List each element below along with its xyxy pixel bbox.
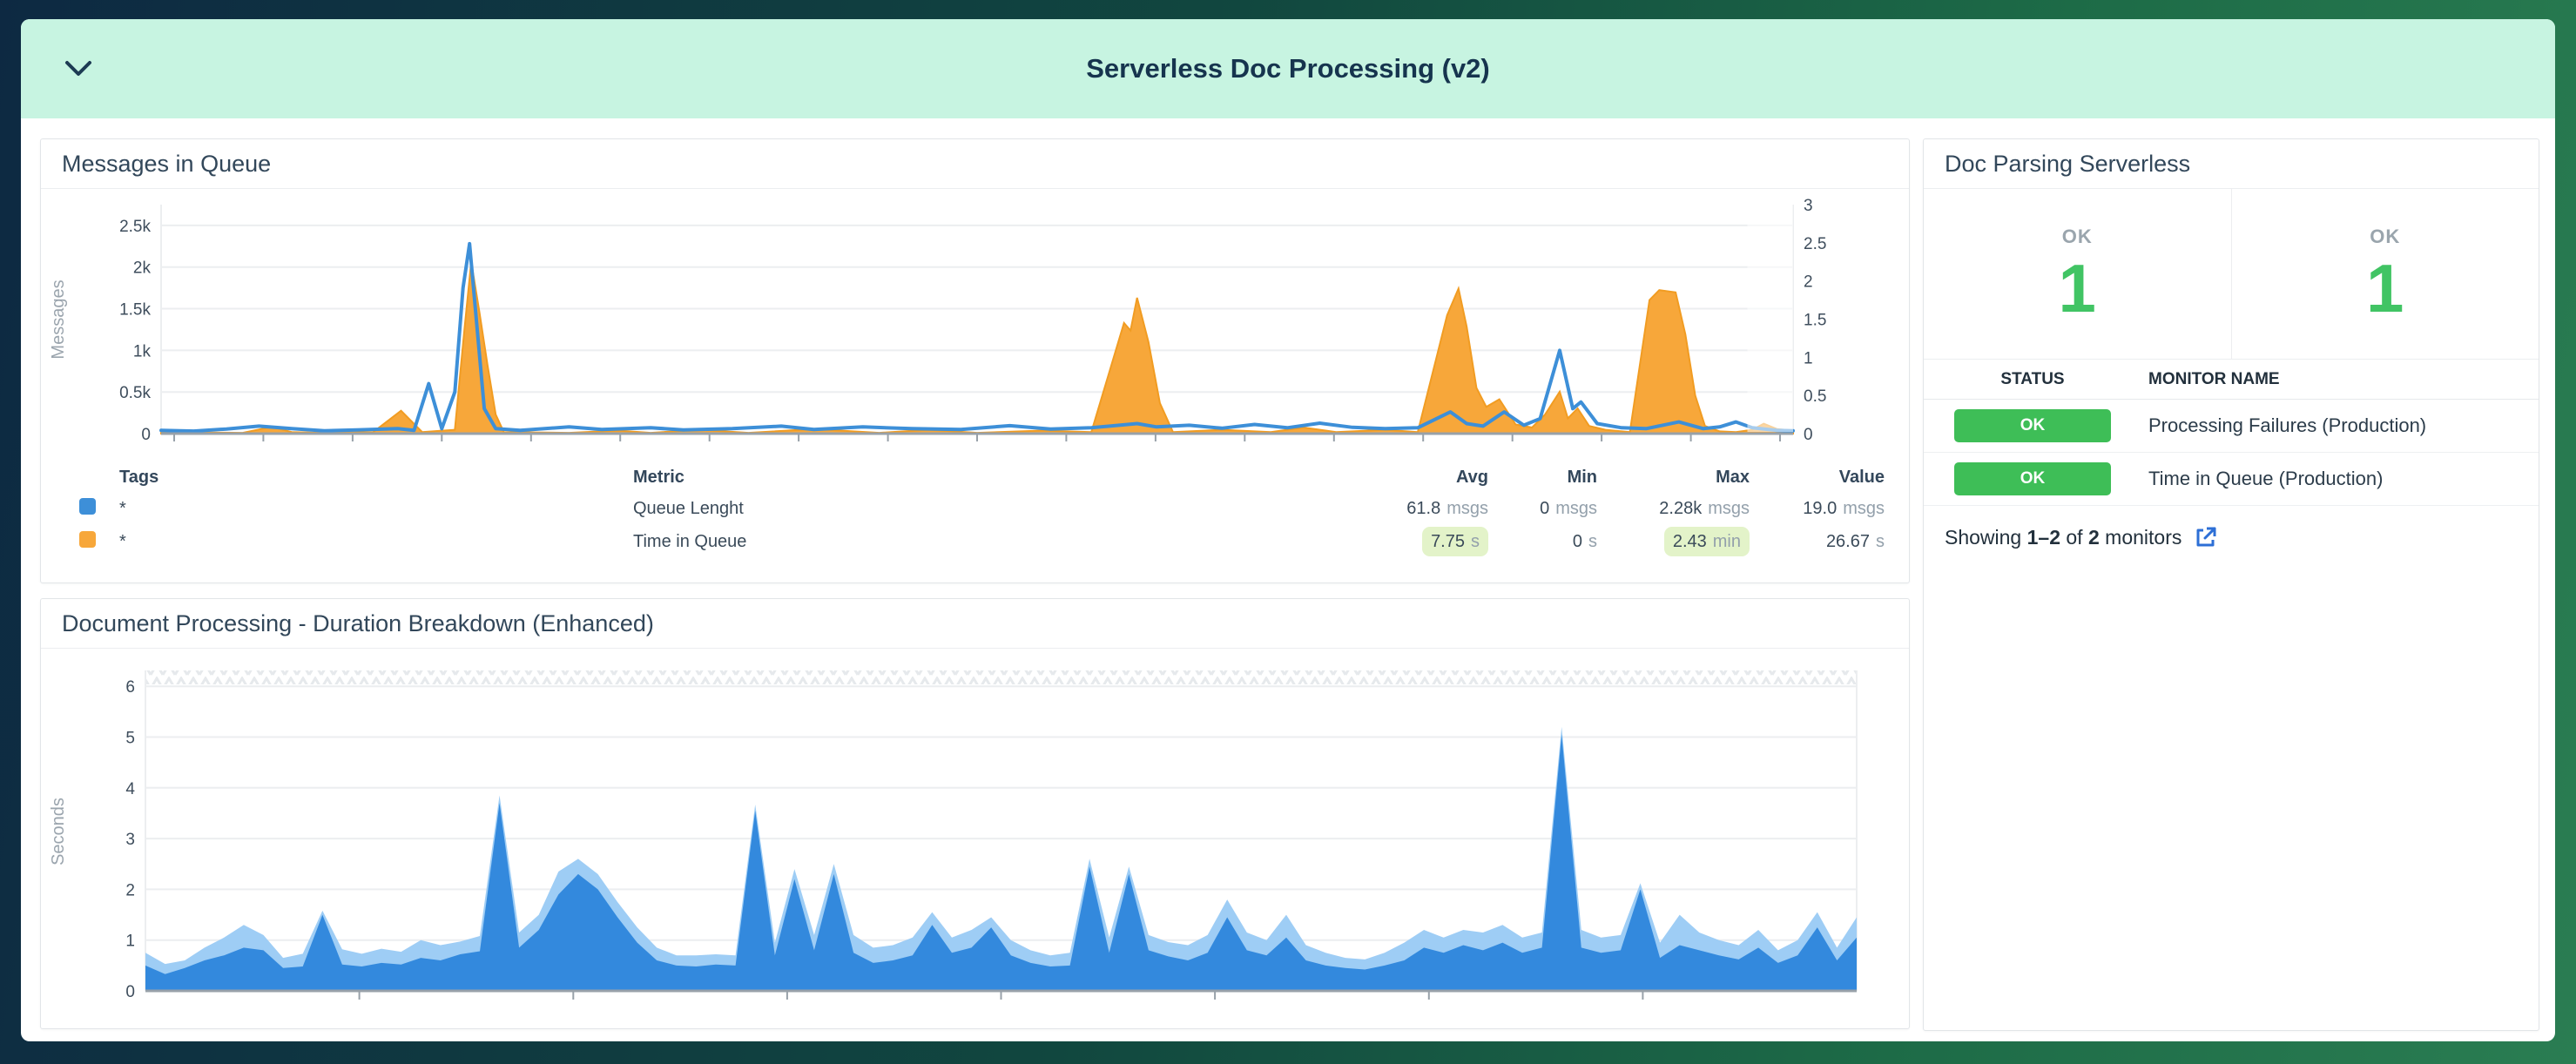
legend-tag: * [119, 531, 126, 551]
monitor-name-column-header: MONITOR NAME [2148, 369, 2280, 388]
queue-legend: Tags Metric Avg Min Max Value * Queue Le… [41, 461, 1909, 565]
monitor-summary-column: Doc Parsing Serverless OK 1 OK 1 STATUS … [1923, 138, 2539, 1031]
duration-breakdown-card: Document Processing - Duration Breakdown… [40, 597, 1910, 1029]
avg-value-highlighted: 7.75 s [1422, 526, 1488, 556]
svg-text:0: 0 [1804, 426, 1813, 444]
legend-row-time-in-queue[interactable]: * Time in Queue 7.75 s 0s 2.43 min 26.67 s [79, 525, 1885, 558]
svg-text:1: 1 [1804, 349, 1813, 367]
avg-value: 61.8 [1406, 498, 1441, 518]
check-status-label: OK [2061, 225, 2093, 247]
duration-breakdown-title: Document Processing - Duration Breakdown… [41, 599, 1909, 649]
svg-text:1.5k: 1.5k [119, 301, 151, 320]
page-title: Serverless Doc Processing (v2) [1086, 53, 1490, 84]
legend-row-queue-length[interactable]: * Queue Lenght 61.8 msgs 0 msgs 2.28k msgs … [79, 492, 1885, 525]
svg-text:4: 4 [125, 780, 135, 798]
legend-header-avg: Avg [1455, 467, 1488, 487]
monitor-row-time-in-queue[interactable]: OK Time in Queue (Production) [1924, 453, 2539, 506]
min-value: 0 [1540, 498, 1550, 518]
legend-header-max: Max [1716, 467, 1750, 487]
svg-text:3: 3 [125, 831, 135, 849]
dashboard-header: Serverless Doc Processing (v2) [21, 19, 2555, 118]
queue-legend-header-row: Tags Metric Avg Min Max Value [79, 462, 1885, 492]
footer-text: Showing 1–2 of 2 monitors [1945, 525, 2182, 549]
svg-text:2k: 2k [133, 259, 152, 278]
status-column-header: STATUS [2000, 369, 2065, 388]
svg-text:6: 6 [125, 678, 135, 697]
svg-text:0.5k: 0.5k [119, 384, 151, 402]
min-value: 0 [1572, 531, 1582, 551]
messages-in-queue-title: Messages in Queue [41, 139, 1909, 189]
series-swatch-orange [79, 530, 96, 548]
legend-metric: Time in Queue [633, 531, 747, 551]
svg-text:0.5: 0.5 [1804, 387, 1826, 406]
series-swatch-blue [79, 497, 96, 515]
svg-text:1.5: 1.5 [1804, 312, 1826, 330]
check-count: 1 [2058, 249, 2096, 327]
legend-metric: Queue Lenght [633, 498, 744, 518]
value-value: 26.67 [1825, 531, 1870, 551]
legend-header-value: Value [1838, 467, 1885, 487]
svg-text:2.5k: 2.5k [119, 218, 151, 236]
max-value-highlighted: 2.43 min [1663, 526, 1750, 556]
svg-text:3: 3 [1804, 197, 1813, 215]
monitor-summary-title: Doc Parsing Serverless [1924, 139, 2539, 189]
messages-in-queue-chart[interactable]: 0 0.5k 1k 1.5k 2k 2.5k 0 0.5 1 1.5 2 2.5 3 Messages [41, 189, 1909, 461]
check-count: 1 [2366, 249, 2404, 327]
duration-breakdown-chart[interactable]: 0 1 2 3 4 5 6 Seconds [41, 649, 1909, 1021]
check-summary: OK 1 OK 1 [1924, 189, 2539, 360]
external-link-icon[interactable] [2194, 525, 2218, 549]
legend-tag: * [119, 498, 126, 518]
check-cell-1[interactable]: OK 1 [1924, 189, 2231, 359]
svg-text:0: 0 [141, 426, 151, 444]
min-unit: s [1588, 531, 1597, 551]
dashboard-container: Serverless Doc Processing (v2) Messages … [21, 19, 2555, 1041]
status-badge: OK [1954, 409, 2111, 442]
avg-unit: msgs [1446, 498, 1488, 518]
svg-text:2: 2 [125, 881, 135, 899]
monitor-footer: Showing 1–2 of 2 monitors [1924, 506, 2539, 569]
min-unit: msgs [1555, 498, 1597, 518]
max-unit: msgs [1708, 498, 1750, 518]
legend-header-metric: Metric [633, 467, 684, 487]
messages-in-queue-card: Messages in Queue 0 0.5k 1k 1.5k 2k 2.5k 0 0.5 1… [40, 138, 1910, 583]
value-unit: s [1876, 531, 1885, 551]
monitor-name: Processing Failures (Production) [2148, 414, 2427, 436]
monitor-row-processing-failures[interactable]: OK Processing Failures (Production) [1924, 400, 2539, 453]
svg-text:Seconds: Seconds [49, 798, 68, 865]
svg-text:1: 1 [125, 933, 135, 951]
monitor-summary-card: Doc Parsing Serverless OK 1 OK 1 STATUS … [1923, 138, 2539, 1031]
max-value: 2.28k [1659, 498, 1703, 518]
value-value: 19.0 [1803, 498, 1838, 518]
svg-text:Messages: Messages [49, 279, 68, 359]
chevron-down-icon [64, 59, 93, 78]
svg-text:2: 2 [1804, 273, 1813, 292]
value-unit: msgs [1843, 498, 1885, 518]
check-status-label: OK [2370, 225, 2401, 247]
dashboard-content: Messages in Queue 0 0.5k 1k 1.5k 2k 2.5k 0 0.5 1… [40, 138, 2539, 1031]
svg-text:0: 0 [125, 983, 135, 1001]
monitor-name: Time in Queue (Production) [2148, 468, 2384, 489]
collapse-button[interactable] [59, 52, 98, 85]
svg-text:5: 5 [125, 729, 135, 747]
charts-column: Messages in Queue 0 0.5k 1k 1.5k 2k 2.5k 0 0.5 1… [40, 138, 1910, 1029]
svg-text:1k: 1k [133, 342, 152, 360]
status-badge: OK [1954, 462, 2111, 495]
monitor-table-header: STATUS MONITOR NAME [1924, 360, 2539, 400]
check-cell-2[interactable]: OK 1 [2230, 189, 2539, 359]
legend-header-min: Min [1567, 467, 1597, 487]
svg-text:2.5: 2.5 [1804, 235, 1826, 253]
legend-header-tags: Tags [119, 467, 159, 487]
